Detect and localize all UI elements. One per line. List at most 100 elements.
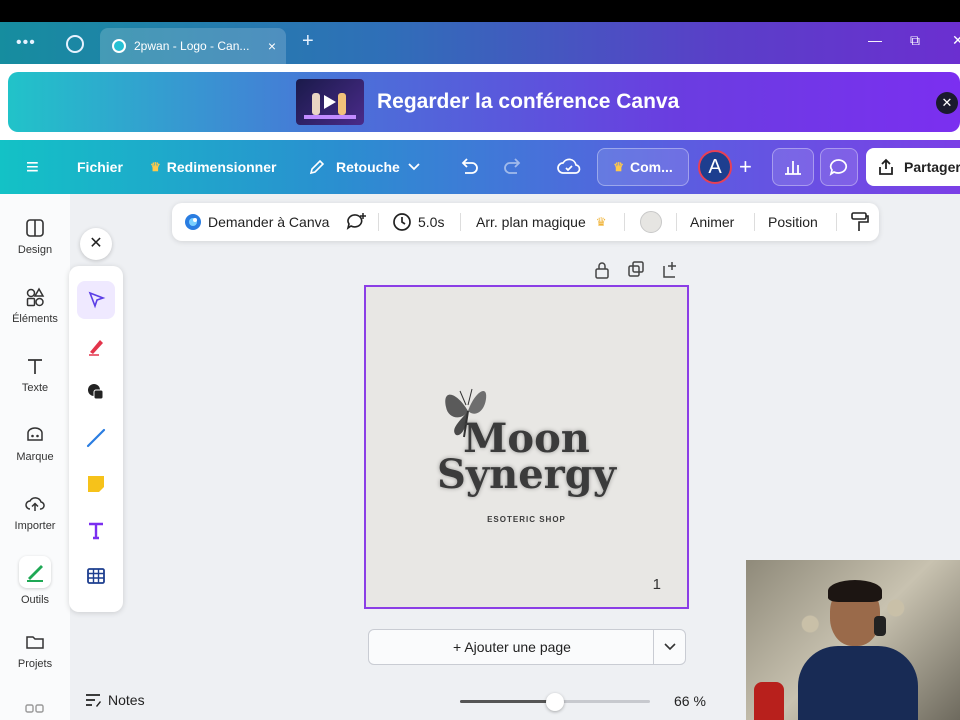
duplicate-page-icon[interactable] — [628, 261, 644, 279]
cloud-saved-icon[interactable] — [557, 157, 581, 177]
select-pointer-tool[interactable] — [77, 281, 115, 319]
add-page-options-button[interactable] — [653, 630, 685, 664]
banner-close-button[interactable]: ✕ — [936, 92, 958, 114]
comment-button[interactable] — [820, 148, 858, 186]
thumbnail-stage — [304, 115, 356, 119]
pen-icon — [89, 340, 103, 356]
promo-banner[interactable]: Regarder la conférence Canva ✕ — [8, 72, 960, 132]
duration-button[interactable]: 5.0s — [392, 203, 444, 241]
add-page-control: + Ajouter une page — [368, 629, 686, 665]
sidebar-item-upload[interactable]: Importer — [0, 494, 70, 532]
new-tab-button[interactable]: + — [302, 30, 314, 53]
ask-canva-button[interactable]: Demander à Canva — [184, 203, 329, 241]
zoom-slider-thumb[interactable] — [546, 693, 564, 711]
editor-toolbar: ≡ Fichier ♛ Redimensionner Retouche ♛ Co… — [0, 140, 960, 194]
zoom-slider[interactable] — [460, 693, 650, 711]
zoom-percentage[interactable]: 66 % — [674, 693, 706, 709]
crown-icon: ♛ — [595, 215, 607, 229]
apps-icon[interactable] — [25, 704, 45, 718]
brand-icon — [27, 427, 43, 441]
tab-title: 2pwan - Logo - Can... — [134, 39, 250, 53]
minimize-button[interactable]: — — [868, 32, 882, 48]
browser-tab-bar: ••• 2pwan - Logo - Can... × + — ⧉ ✕ — [0, 22, 960, 64]
shapes-tool[interactable] — [77, 373, 115, 411]
notes-button[interactable]: Notes — [84, 692, 145, 708]
duration-label: 5.0s — [418, 214, 445, 230]
sticky-note-tool[interactable] — [77, 465, 115, 503]
browser-tab-active[interactable]: 2pwan - Logo - Can... × — [100, 28, 286, 64]
add-page-icon[interactable] — [662, 261, 678, 279]
add-collaborator-button[interactable]: + — [739, 140, 752, 194]
magic-background-button[interactable]: Arr. plan magique ♛ — [476, 203, 613, 241]
sidebar-item-label: Importer — [14, 520, 56, 532]
table-tool[interactable] — [77, 557, 115, 595]
resize-button[interactable]: ♛ Redimensionner — [150, 140, 276, 194]
hamburger-menu-icon[interactable]: ≡ — [26, 140, 39, 194]
lock-icon[interactable] — [594, 261, 610, 279]
share-label: Partager — [904, 159, 960, 175]
sidebar-item-text[interactable]: Texte — [0, 356, 70, 394]
crown-icon: ♛ — [150, 160, 161, 174]
restore-button[interactable]: ⧉ — [910, 32, 920, 49]
collaborate-label: Com... — [629, 159, 673, 175]
notes-icon — [86, 694, 101, 707]
ask-canva-label: Demander à Canva — [208, 214, 330, 230]
edit-menu[interactable]: Retouche — [308, 140, 420, 194]
sidebar-item-label: Design — [17, 244, 53, 256]
pointer-icon — [88, 291, 106, 309]
sidebar-item-label: Texte — [21, 382, 49, 394]
banner-video-thumbnail[interactable] — [296, 79, 364, 125]
animate-button[interactable]: Animer — [690, 203, 734, 241]
color-swatch[interactable] — [640, 211, 662, 233]
divider — [676, 213, 677, 231]
file-menu[interactable]: Fichier — [77, 140, 123, 194]
draw-panel-close-button[interactable]: ✕ — [80, 228, 112, 260]
shapes-icon — [88, 384, 104, 400]
paint-roller-icon[interactable] — [850, 211, 870, 233]
line-tool[interactable] — [77, 419, 115, 457]
webcam-person-body — [798, 646, 918, 720]
sidebar-item-label: Projets — [17, 658, 53, 670]
design-page[interactable]: Moon Synergy ESOTERIC SHOP 1 — [364, 285, 689, 609]
collaborate-button[interactable]: ♛ Com... — [597, 148, 689, 186]
redo-icon[interactable] — [503, 158, 523, 176]
pencil-icon — [309, 159, 325, 175]
chevron-down-icon — [663, 643, 676, 651]
sidebar-item-brand[interactable]: Marque — [0, 425, 70, 463]
upload-icon — [25, 497, 45, 511]
window-close-button[interactable]: ✕ — [952, 32, 960, 49]
sidebar-item-tools[interactable]: Outils — [0, 556, 70, 606]
pen-tool[interactable] — [77, 327, 115, 365]
insights-button[interactable] — [772, 148, 814, 186]
chevron-down-icon — [408, 163, 420, 171]
line-icon — [86, 428, 106, 448]
context-toolbar: Demander à Canva 5.0s Arr. plan magique … — [172, 203, 879, 241]
browser-menu-dots[interactable]: ••• — [16, 34, 36, 52]
text-tool-icon — [89, 522, 103, 540]
sticky-note-icon — [88, 476, 104, 492]
webcam-person-hair — [828, 580, 882, 602]
text-tool[interactable] — [77, 511, 115, 549]
divider — [460, 213, 461, 231]
sidebar-item-design[interactable]: Design — [0, 218, 70, 256]
webcam-overlay — [746, 560, 960, 720]
add-page-button[interactable]: + Ajouter une page — [369, 630, 655, 664]
edit-label: Retouche — [336, 159, 400, 175]
bar-chart-icon — [785, 161, 801, 175]
home-icon[interactable] — [66, 35, 84, 53]
banner-text[interactable]: Regarder la conférence Canva — [377, 90, 679, 114]
sidebar-item-label: Éléments — [12, 313, 58, 325]
avatar[interactable]: A — [698, 150, 732, 184]
undo-icon[interactable] — [459, 158, 479, 176]
tab-close-icon[interactable]: × — [268, 38, 276, 54]
text-icon — [28, 359, 42, 374]
sidebar-item-label: Marque — [16, 451, 54, 463]
share-button[interactable]: Partager — [866, 148, 960, 186]
comment-plus-icon[interactable] — [346, 212, 368, 232]
sidebar-item-projects[interactable]: Projets — [0, 632, 70, 670]
canva-ai-icon — [185, 214, 201, 230]
sidebar-item-elements[interactable]: Éléments — [0, 287, 70, 325]
divider — [378, 213, 379, 231]
position-button[interactable]: Position — [768, 203, 818, 241]
comment-icon — [829, 159, 848, 176]
